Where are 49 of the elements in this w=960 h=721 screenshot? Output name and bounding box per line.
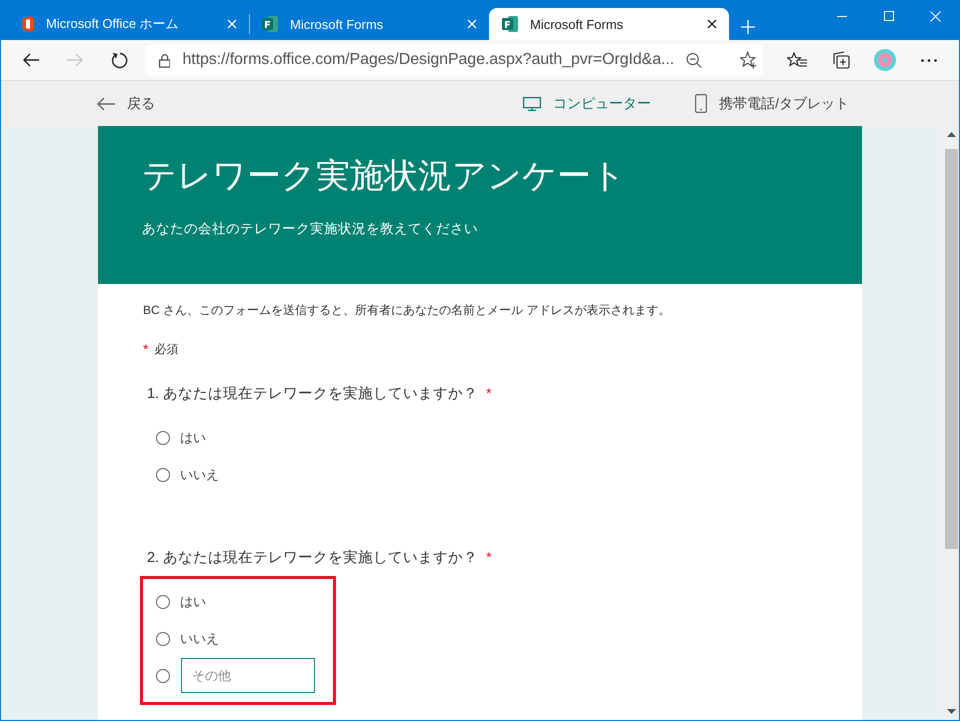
- phone-icon: [695, 94, 708, 113]
- browser-tab[interactable]: Microsoft Forms: [489, 8, 729, 40]
- radio-button[interactable]: [156, 468, 170, 482]
- back-arrow-icon[interactable]: [23, 53, 39, 67]
- notice-text: BC さん、このフォームを送信すると、所有者にあなたの名前とメール アドレスが表示されます。: [143, 302, 672, 319]
- radio-button[interactable]: [156, 594, 170, 608]
- option-label: いいえ: [180, 630, 219, 648]
- forms-logo-icon: [501, 15, 519, 33]
- collections-icon[interactable]: [832, 51, 850, 69]
- required-asterisk: *: [486, 385, 492, 401]
- scrollbar-thumb[interactable]: [944, 149, 958, 549]
- option-label: いいえ: [180, 466, 219, 484]
- preview-mode-tab[interactable]: 携帯電話/タブレット: [695, 94, 849, 113]
- other-input-field[interactable]: その他: [181, 658, 315, 693]
- option-label: はい: [180, 428, 206, 446]
- close-tab-icon[interactable]: [707, 19, 717, 29]
- monitor-icon: [523, 96, 542, 110]
- radio-button[interactable]: [156, 668, 170, 682]
- zoom-out-icon[interactable]: [686, 52, 702, 68]
- question-title: 2. あなたは現在テレワークを実施していますか？: [147, 548, 478, 567]
- url-text: https://forms.office.com/Pages/DesignPage.aspx?auth_pvr=OrgId&a...: [182, 51, 674, 69]
- required-asterisk: *: [143, 341, 148, 358]
- radio-button[interactable]: [156, 430, 170, 444]
- office-logo-icon: [21, 16, 35, 32]
- lock-icon: [159, 52, 170, 68]
- close-window-icon[interactable]: [930, 10, 941, 22]
- new-tab-icon[interactable]: [741, 20, 755, 34]
- form-title: テレワーク実施状況アンケート: [142, 156, 627, 197]
- radio-button[interactable]: [156, 632, 170, 646]
- address-bar[interactable]: https://forms.office.com/Pages/DesignPage.aspx?auth_pvr=OrgId&a...: [145, 44, 763, 76]
- scroll-up-icon[interactable]: [946, 132, 956, 137]
- back-link[interactable]: 戻る: [97, 94, 155, 112]
- preview-mode-tab[interactable]: コンピューター: [523, 94, 652, 113]
- option-label: はい: [180, 592, 206, 610]
- scrollbar[interactable]: [943, 126, 959, 720]
- add-favorite-icon[interactable]: [740, 51, 757, 69]
- back-arrow-icon: [97, 96, 115, 110]
- question-title: 1. あなたは現在テレワークを実施していますか？: [147, 384, 478, 403]
- browser-tab[interactable]: Microsoft Forms: [249, 8, 489, 40]
- maximize-icon[interactable]: [884, 11, 894, 21]
- forms-logo-icon: [261, 15, 279, 33]
- scroll-down-icon[interactable]: [946, 709, 956, 714]
- required-asterisk: *: [486, 549, 492, 565]
- browser-tab[interactable]: Microsoft Office ホーム: [9, 8, 249, 40]
- more-options-icon[interactable]: [921, 58, 937, 62]
- required-label: 必須: [154, 341, 178, 358]
- refresh-icon[interactable]: [110, 52, 128, 68]
- favorites-icon[interactable]: [787, 52, 807, 68]
- form-subtitle: あなたの会社のテレワーク実施状況を教えてください: [142, 220, 479, 238]
